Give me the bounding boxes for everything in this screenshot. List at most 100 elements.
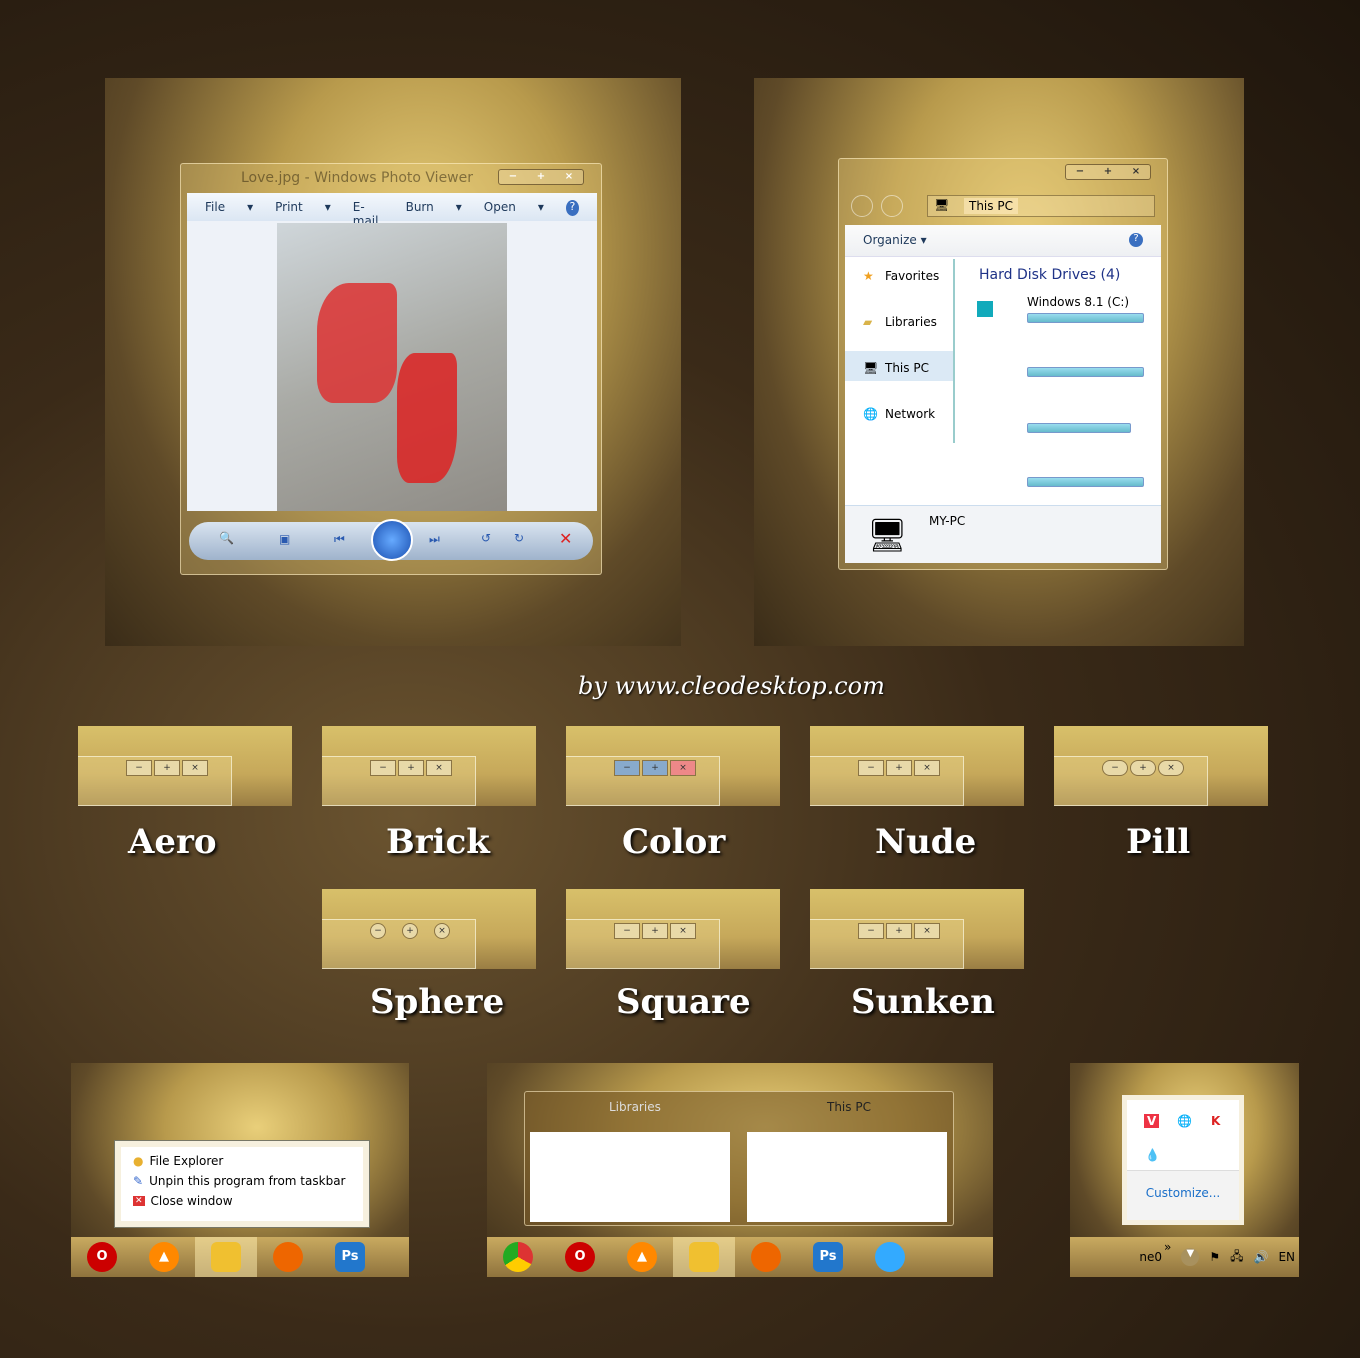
taskbar-file-explorer[interactable] bbox=[673, 1237, 735, 1277]
jump-file-explorer[interactable]: ● File Explorer bbox=[121, 1151, 363, 1171]
style-sunken[interactable]: − + × bbox=[810, 889, 1024, 969]
command-bar: Organize ▾ ? bbox=[845, 225, 1161, 257]
nav-favorites[interactable]: ★ Favorites bbox=[845, 259, 953, 305]
rotate-right-icon[interactable]: ↻ bbox=[514, 531, 524, 545]
vlc-icon: ▲ bbox=[627, 1242, 657, 1272]
maximize-button[interactable]: + bbox=[1094, 165, 1122, 179]
vlc-icon: ▲ bbox=[149, 1242, 179, 1272]
thispc-title: This PC bbox=[827, 1100, 871, 1114]
next-icon[interactable]: ⏭ bbox=[429, 532, 440, 547]
chrome-icon bbox=[503, 1242, 533, 1272]
photoshop-icon: Ps bbox=[813, 1242, 843, 1272]
taskbar-thumbnail-preview: Libraries This PC O ▲ Ps bbox=[487, 1063, 993, 1277]
style-nude[interactable]: − + × bbox=[810, 726, 1024, 806]
close-button[interactable]: × bbox=[555, 170, 583, 184]
jump-close-window[interactable]: ✕ Close window bbox=[121, 1191, 363, 1211]
style-aero[interactable]: − + × bbox=[78, 726, 292, 806]
organize-button[interactable]: Organize bbox=[863, 233, 917, 247]
zoom-icon[interactable]: 🔍 bbox=[219, 531, 234, 545]
vivaldi-icon[interactable]: V bbox=[1144, 1114, 1160, 1128]
taskbar-vlc[interactable]: ▲ bbox=[133, 1237, 195, 1277]
taskbar-opera[interactable]: O bbox=[71, 1237, 133, 1277]
address-bar[interactable]: 🖥 This PC bbox=[927, 195, 1155, 217]
tray-preview: V 🌐 K 💧 Customize... ne0 » ▼ ⚑ 🖧 🔊 EN bbox=[1070, 1063, 1299, 1277]
thispc-thumbnail[interactable] bbox=[747, 1132, 947, 1222]
style-pill[interactable]: − + × bbox=[1054, 726, 1268, 806]
taskbar-chrome[interactable] bbox=[487, 1237, 549, 1277]
menu-file[interactable]: File bbox=[205, 200, 225, 214]
delete-icon[interactable]: ✕ bbox=[559, 529, 572, 548]
forward-button[interactable] bbox=[881, 195, 903, 217]
libraries-title: Libraries bbox=[609, 1100, 661, 1114]
maximize-button[interactable]: + bbox=[527, 170, 555, 184]
user-label: ne0 bbox=[1139, 1250, 1162, 1264]
fit-icon[interactable]: ▣ bbox=[279, 532, 290, 546]
drive-usage-bar bbox=[1027, 477, 1144, 487]
taskbar-firefox[interactable] bbox=[257, 1237, 319, 1277]
jump-unpin[interactable]: ✎ Unpin this program from taskbar bbox=[121, 1171, 363, 1191]
close-icon: ✕ bbox=[133, 1196, 145, 1206]
customize-link[interactable]: Customize... bbox=[1146, 1186, 1220, 1200]
menu-open[interactable]: Open bbox=[484, 200, 516, 214]
volume-icon[interactable]: 🔊 bbox=[1253, 1250, 1268, 1264]
close-button[interactable]: × bbox=[1122, 165, 1150, 179]
folder-icon bbox=[689, 1242, 719, 1272]
nav-this-pc[interactable]: 🖥 This PC bbox=[845, 351, 953, 381]
viewer-toolbar: 🔍 ▣ ⏮ ⏭ ↺ ↻ ✕ bbox=[189, 519, 593, 561]
tray-expand-icon[interactable]: ▼ bbox=[1181, 1248, 1200, 1266]
help-icon[interactable]: ? bbox=[1129, 233, 1143, 247]
nav-network[interactable]: 🌐 Network bbox=[845, 397, 953, 443]
style-brick[interactable]: − + × bbox=[322, 726, 536, 806]
style-color[interactable]: − + × bbox=[566, 726, 780, 806]
kaspersky-icon[interactable]: K bbox=[1211, 1114, 1220, 1128]
style-sphere[interactable]: − + × bbox=[322, 889, 536, 969]
content-pane: Hard Disk Drives (4) Windows 8.1 (C:) bbox=[957, 259, 1157, 497]
help-icon[interactable]: ? bbox=[565, 200, 579, 216]
taskbar-file-explorer[interactable] bbox=[195, 1237, 257, 1277]
photo-viewer-window: Love.jpg - Windows Photo Viewer − + × Fi… bbox=[180, 163, 602, 575]
rotate-left-icon[interactable]: ↺ bbox=[481, 531, 491, 545]
photo bbox=[277, 223, 507, 511]
taskbar-firefox[interactable] bbox=[735, 1237, 797, 1277]
minimize-button[interactable]: − bbox=[499, 170, 527, 184]
taskbar: O ▲ Ps bbox=[71, 1237, 409, 1277]
style-label-sunken: Sunken bbox=[851, 982, 995, 1022]
menu-burn[interactable]: Burn bbox=[406, 200, 434, 214]
taskbar-opera[interactable]: O bbox=[549, 1237, 611, 1277]
folder-icon: ▰ bbox=[863, 315, 873, 329]
jumplist-preview: ● File Explorer ✎ Unpin this program from … bbox=[71, 1063, 409, 1277]
group-header[interactable]: Hard Disk Drives (4) bbox=[979, 267, 1120, 283]
style-square[interactable]: − + × bbox=[566, 889, 780, 969]
opera-icon: O bbox=[565, 1242, 595, 1272]
address-crumb[interactable]: This PC bbox=[964, 198, 1018, 214]
previous-icon[interactable]: ⏮ bbox=[334, 532, 345, 547]
minimize-button[interactable]: − bbox=[1066, 165, 1094, 179]
taskbar-safari[interactable] bbox=[859, 1237, 921, 1277]
drop-icon[interactable]: 💧 bbox=[1145, 1148, 1160, 1162]
download-manager-icon[interactable]: 🌐 bbox=[1177, 1114, 1192, 1128]
slideshow-button[interactable] bbox=[371, 519, 413, 561]
thumbnail-popup: Libraries This PC bbox=[524, 1091, 954, 1226]
explorer-client: Organize ▾ ? ★ Favorites ▰ Libraries 🖥 This… bbox=[845, 225, 1161, 563]
credit-text: by www.cleodesktop.com bbox=[578, 672, 885, 700]
menu-print[interactable]: Print bbox=[275, 200, 303, 214]
language-indicator[interactable]: EN bbox=[1278, 1250, 1295, 1264]
taskbar: ne0 » ▼ ⚑ 🖧 🔊 EN bbox=[1070, 1237, 1299, 1277]
back-button[interactable] bbox=[851, 195, 873, 217]
pin-icon: ✎ bbox=[133, 1174, 144, 1188]
taskbar-photoshop[interactable]: Ps bbox=[319, 1237, 381, 1277]
drive-usage-bar bbox=[1027, 367, 1144, 377]
libraries-thumbnail[interactable] bbox=[530, 1132, 730, 1222]
taskbar: O ▲ Ps bbox=[487, 1237, 993, 1277]
caption-buttons: − + × bbox=[1065, 164, 1151, 180]
taskbar-photoshop[interactable]: Ps bbox=[797, 1237, 859, 1277]
drive-item[interactable]: Windows 8.1 (C:) bbox=[957, 289, 1157, 339]
style-label-color: Color bbox=[622, 822, 726, 862]
menu-email[interactable]: E-mail bbox=[353, 200, 384, 228]
flag-icon[interactable]: ⚑ bbox=[1209, 1250, 1220, 1264]
network-icon[interactable]: 🖧 bbox=[1230, 1247, 1243, 1268]
computer-icon: 🖥 bbox=[934, 198, 950, 212]
nav-libraries[interactable]: ▰ Libraries bbox=[845, 305, 953, 351]
show-hidden-icons-chevron[interactable]: » bbox=[1164, 1240, 1171, 1254]
taskbar-vlc[interactable]: ▲ bbox=[611, 1237, 673, 1277]
